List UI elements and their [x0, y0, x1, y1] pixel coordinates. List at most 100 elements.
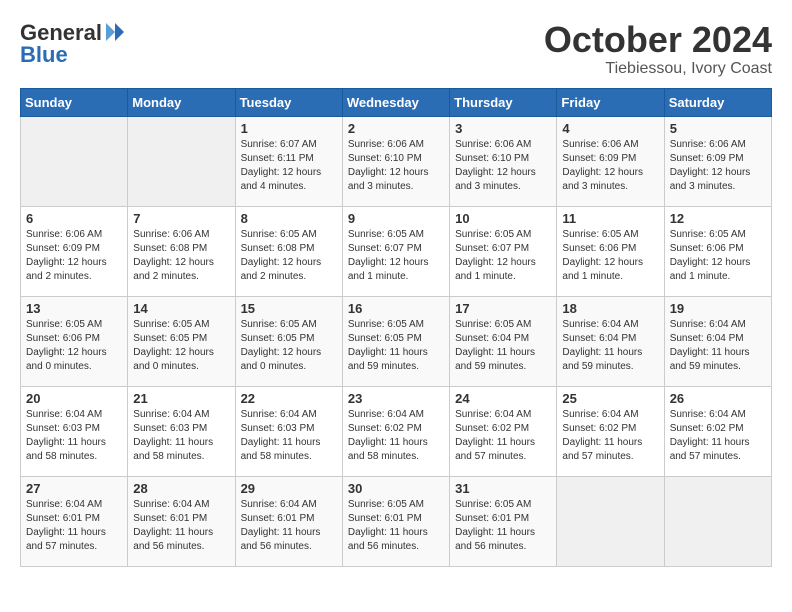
day-number: 10 [455, 211, 551, 226]
day-number: 25 [562, 391, 658, 406]
calendar-cell [128, 116, 235, 206]
day-number: 7 [133, 211, 229, 226]
calendar-cell: 5Sunrise: 6:06 AMSunset: 6:09 PMDaylight… [664, 116, 771, 206]
day-info: Sunrise: 6:06 AMSunset: 6:08 PMDaylight:… [133, 228, 229, 284]
calendar-cell: 25Sunrise: 6:04 AMSunset: 6:02 PMDayligh… [557, 386, 664, 476]
column-header-tuesday: Tuesday [235, 88, 342, 116]
logo-icon [104, 21, 126, 43]
calendar-header-row: SundayMondayTuesdayWednesdayThursdayFrid… [21, 88, 772, 116]
calendar-cell: 4 Sunrise: 6:06 AMSunset: 6:09 PMDaylight… [557, 116, 664, 206]
day-number: 30 [348, 481, 444, 496]
calendar-cell: 12 Sunrise: 6:05 AMSunset: 6:06 PMDayligh… [664, 206, 771, 296]
day-info: Sunrise: 6:04 AMSunset: 6:03 PMDaylight:… [133, 408, 229, 464]
day-number: 2 [348, 121, 444, 136]
month-title: October 2024 [544, 20, 772, 60]
day-number: 1 [241, 121, 337, 136]
day-info: Sunrise: 6:05 AMSunset: 6:08 PMDaylight:… [241, 228, 337, 284]
calendar-cell [557, 476, 664, 566]
calendar-cell: 20Sunrise: 6:04 AMSunset: 6:03 PMDayligh… [21, 386, 128, 476]
day-info: Sunrise: 6:04 AMSunset: 6:01 PMDaylight:… [26, 498, 122, 554]
calendar-cell: 8Sunrise: 6:05 AMSunset: 6:08 PMDaylight… [235, 206, 342, 296]
calendar-cell: 6 Sunrise: 6:06 AMSunset: 6:09 PMDaylight… [21, 206, 128, 296]
column-header-monday: Monday [128, 88, 235, 116]
day-info: Sunrise: 6:05 AMSunset: 6:05 PMDaylight:… [348, 318, 444, 374]
column-header-thursday: Thursday [450, 88, 557, 116]
day-number: 15 [241, 301, 337, 316]
day-info: Sunrise: 6:04 AMSunset: 6:02 PMDaylight:… [455, 408, 551, 464]
day-info: Sunrise: 6:05 AMSunset: 6:06 PMDaylight:… [562, 228, 658, 284]
day-number: 24 [455, 391, 551, 406]
calendar-cell [21, 116, 128, 206]
logo: General Blue [20, 20, 126, 68]
day-number: 6 [26, 211, 122, 226]
day-info: Sunrise: 6:05 AMSunset: 6:04 PMDaylight:… [455, 318, 551, 374]
calendar-cell: 16 Sunrise: 6:05 AMSunset: 6:05 PMDayligh… [342, 296, 449, 386]
day-info: Sunrise: 6:05 AMSunset: 6:05 PMDaylight:… [133, 318, 229, 374]
calendar-cell: 24 Sunrise: 6:04 AMSunset: 6:02 PMDayligh… [450, 386, 557, 476]
day-info: Sunrise: 6:05 AMSunset: 6:06 PMDaylight:… [670, 228, 766, 284]
day-info: Sunrise: 6:05 AMSunset: 6:07 PMDaylight:… [455, 228, 551, 284]
calendar-cell: 23Sunrise: 6:04 AMSunset: 6:02 PMDayligh… [342, 386, 449, 476]
day-number: 29 [241, 481, 337, 496]
calendar-week-1: 1 Sunrise: 6:07 AMSunset: 6:11 PMDaylight… [21, 116, 772, 206]
calendar-cell: 19 Sunrise: 6:04 AMSunset: 6:04 PMDayligh… [664, 296, 771, 386]
day-info: Sunrise: 6:04 AMSunset: 6:02 PMDaylight:… [670, 408, 766, 464]
day-number: 13 [26, 301, 122, 316]
day-number: 22 [241, 391, 337, 406]
calendar-cell [664, 476, 771, 566]
day-info: Sunrise: 6:07 AMSunset: 6:11 PMDaylight:… [241, 138, 337, 194]
day-info: Sunrise: 6:06 AMSunset: 6:09 PMDaylight:… [26, 228, 122, 284]
calendar-cell: 1 Sunrise: 6:07 AMSunset: 6:11 PMDaylight… [235, 116, 342, 206]
day-info: Sunrise: 6:05 AMSunset: 6:05 PMDaylight:… [241, 318, 337, 374]
calendar-cell: 17 Sunrise: 6:05 AMSunset: 6:04 PMDayligh… [450, 296, 557, 386]
location: Tiebiessou, Ivory Coast [544, 60, 772, 78]
day-number: 31 [455, 481, 551, 496]
day-number: 11 [562, 211, 658, 226]
calendar-cell: 10 Sunrise: 6:05 AMSunset: 6:07 PMDayligh… [450, 206, 557, 296]
calendar-week-5: 27Sunrise: 6:04 AMSunset: 6:01 PMDayligh… [21, 476, 772, 566]
day-info: Sunrise: 6:04 AMSunset: 6:04 PMDaylight:… [670, 318, 766, 374]
calendar-cell: 7 Sunrise: 6:06 AMSunset: 6:08 PMDaylight… [128, 206, 235, 296]
day-number: 14 [133, 301, 229, 316]
calendar-cell: 18Sunrise: 6:04 AMSunset: 6:04 PMDayligh… [557, 296, 664, 386]
calendar-cell: 14 Sunrise: 6:05 AMSunset: 6:05 PMDayligh… [128, 296, 235, 386]
calendar-table: SundayMondayTuesdayWednesdayThursdayFrid… [20, 88, 772, 567]
day-number: 17 [455, 301, 551, 316]
calendar-cell: 28 Sunrise: 6:04 AMSunset: 6:01 PMDayligh… [128, 476, 235, 566]
column-header-wednesday: Wednesday [342, 88, 449, 116]
day-number: 21 [133, 391, 229, 406]
calendar-cell: 11 Sunrise: 6:05 AMSunset: 6:06 PMDayligh… [557, 206, 664, 296]
day-number: 4 [562, 121, 658, 136]
day-number: 26 [670, 391, 766, 406]
page-header: General Blue October 2024 Tiebiessou, Iv… [20, 20, 772, 78]
day-info: Sunrise: 6:04 AMSunset: 6:01 PMDaylight:… [241, 498, 337, 554]
calendar-cell: 2 Sunrise: 6:06 AMSunset: 6:10 PMDaylight… [342, 116, 449, 206]
title-block: October 2024 Tiebiessou, Ivory Coast [544, 20, 772, 78]
calendar-cell: 31Sunrise: 6:05 AMSunset: 6:01 PMDayligh… [450, 476, 557, 566]
day-number: 28 [133, 481, 229, 496]
day-number: 16 [348, 301, 444, 316]
day-info: Sunrise: 6:04 AMSunset: 6:03 PMDaylight:… [26, 408, 122, 464]
day-info: Sunrise: 6:04 AMSunset: 6:01 PMDaylight:… [133, 498, 229, 554]
day-number: 19 [670, 301, 766, 316]
day-info: Sunrise: 6:05 AMSunset: 6:07 PMDaylight:… [348, 228, 444, 284]
day-number: 3 [455, 121, 551, 136]
day-info: Sunrise: 6:05 AMSunset: 6:01 PMDaylight:… [348, 498, 444, 554]
day-number: 23 [348, 391, 444, 406]
calendar-cell: 26 Sunrise: 6:04 AMSunset: 6:02 PMDayligh… [664, 386, 771, 476]
day-number: 5 [670, 121, 766, 136]
calendar-week-2: 6 Sunrise: 6:06 AMSunset: 6:09 PMDaylight… [21, 206, 772, 296]
calendar-cell: 27Sunrise: 6:04 AMSunset: 6:01 PMDayligh… [21, 476, 128, 566]
day-info: Sunrise: 6:06 AMSunset: 6:09 PMDaylight:… [562, 138, 658, 194]
day-number: 12 [670, 211, 766, 226]
calendar-cell: 29 Sunrise: 6:04 AMSunset: 6:01 PMDayligh… [235, 476, 342, 566]
day-info: Sunrise: 6:04 AMSunset: 6:03 PMDaylight:… [241, 408, 337, 464]
column-header-saturday: Saturday [664, 88, 771, 116]
day-info: Sunrise: 6:06 AMSunset: 6:10 PMDaylight:… [348, 138, 444, 194]
calendar-cell: 9Sunrise: 6:05 AMSunset: 6:07 PMDaylight… [342, 206, 449, 296]
day-info: Sunrise: 6:06 AMSunset: 6:10 PMDaylight:… [455, 138, 551, 194]
calendar-cell: 21 Sunrise: 6:04 AMSunset: 6:03 PMDayligh… [128, 386, 235, 476]
logo-blue: Blue [20, 42, 68, 68]
calendar-cell: 13Sunrise: 6:05 AMSunset: 6:06 PMDayligh… [21, 296, 128, 386]
calendar-week-4: 20Sunrise: 6:04 AMSunset: 6:03 PMDayligh… [21, 386, 772, 476]
